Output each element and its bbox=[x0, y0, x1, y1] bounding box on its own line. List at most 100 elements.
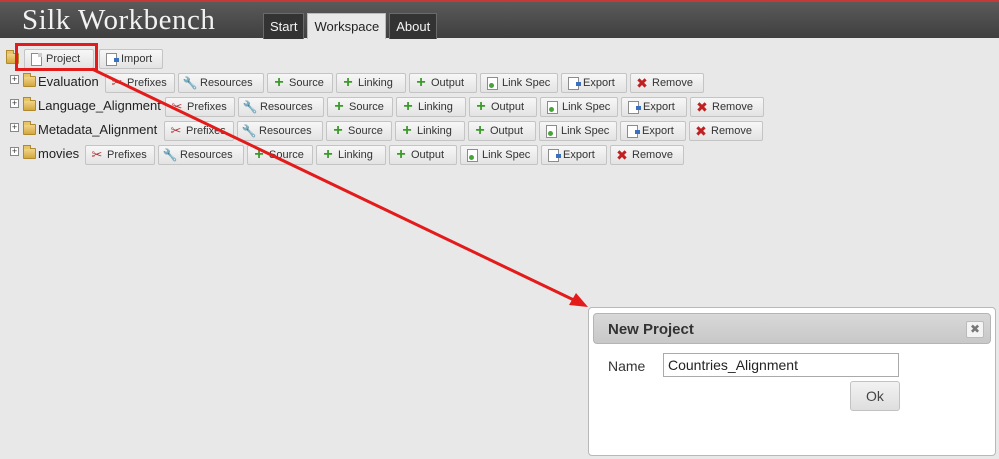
expand-icon[interactable]: + bbox=[10, 147, 19, 156]
import-button[interactable]: Import bbox=[99, 49, 163, 69]
output-button[interactable]: + Output bbox=[469, 97, 537, 117]
export-icon bbox=[566, 76, 581, 90]
output-label: Output bbox=[490, 125, 524, 137]
output-label: Output bbox=[431, 77, 465, 89]
export-label: Export bbox=[583, 77, 615, 89]
resources-label: Resources bbox=[260, 101, 313, 113]
linking-label: Linking bbox=[417, 125, 452, 137]
source-label: Source bbox=[349, 101, 384, 113]
link-spec-icon bbox=[465, 148, 479, 162]
prefixes-icon: ✂ bbox=[111, 75, 123, 90]
export-button[interactable]: Export bbox=[541, 145, 607, 165]
prefixes-button[interactable]: ✂ Prefixes bbox=[164, 121, 234, 141]
remove-label: Remove bbox=[712, 101, 753, 113]
main-tabs: Start Workspace About bbox=[263, 13, 438, 39]
remove-icon: ✖ bbox=[695, 123, 707, 139]
resources-button[interactable]: 🔧 Resources bbox=[238, 97, 324, 117]
plus-icon: + bbox=[333, 122, 343, 139]
remove-button[interactable]: ✖ Remove bbox=[630, 73, 704, 93]
prefixes-icon: ✂ bbox=[91, 147, 103, 162]
expand-icon[interactable]: + bbox=[10, 99, 19, 108]
plus-icon: + bbox=[274, 74, 284, 91]
ok-button[interactable]: Ok bbox=[850, 381, 900, 411]
link-spec-label: Link Spec bbox=[502, 77, 551, 89]
source-button[interactable]: + Source bbox=[247, 145, 313, 165]
annotation-highlight-box bbox=[15, 43, 98, 71]
prefixes-button[interactable]: ✂ Prefixes bbox=[85, 145, 155, 165]
resources-button[interactable]: 🔧 Resources bbox=[237, 121, 323, 141]
export-label: Export bbox=[643, 101, 675, 113]
remove-icon: ✖ bbox=[636, 75, 648, 91]
remove-button[interactable]: ✖ Remove bbox=[610, 145, 684, 165]
linking-button[interactable]: + Linking bbox=[316, 145, 386, 165]
project-name[interactable]: movies bbox=[38, 146, 79, 161]
plus-icon: + bbox=[403, 98, 413, 115]
tab-about[interactable]: About bbox=[389, 13, 438, 39]
plus-icon: + bbox=[402, 122, 412, 139]
output-label: Output bbox=[411, 149, 445, 161]
source-button[interactable]: + Source bbox=[326, 121, 392, 141]
output-button[interactable]: + Output bbox=[409, 73, 477, 93]
remove-button[interactable]: ✖ Remove bbox=[690, 97, 764, 117]
dialog-title: New Project bbox=[608, 321, 694, 338]
wrench-icon: 🔧 bbox=[162, 148, 178, 162]
project-name-input[interactable] bbox=[663, 353, 899, 377]
expand-icon[interactable]: + bbox=[10, 75, 19, 84]
remove-label: Remove bbox=[711, 125, 752, 137]
source-button[interactable]: + Source bbox=[327, 97, 393, 117]
project-name[interactable]: Evaluation bbox=[38, 74, 99, 89]
link-spec-button[interactable]: Link Spec bbox=[540, 97, 618, 117]
linking-button[interactable]: + Linking bbox=[395, 121, 465, 141]
export-button[interactable]: Export bbox=[621, 97, 687, 117]
wrench-icon: 🔧 bbox=[182, 76, 198, 90]
plus-icon: + bbox=[334, 98, 344, 115]
name-label: Name bbox=[608, 358, 646, 374]
folder-icon bbox=[23, 121, 36, 135]
export-button[interactable]: Export bbox=[561, 73, 627, 93]
app-header: Silk Workbench Start Workspace About bbox=[0, 0, 999, 39]
project-name[interactable]: Metadata_Alignment bbox=[38, 122, 157, 137]
linking-button[interactable]: + Linking bbox=[396, 97, 466, 117]
link-spec-label: Link Spec bbox=[562, 101, 611, 113]
prefixes-icon: ✂ bbox=[171, 99, 183, 114]
export-button[interactable]: Export bbox=[620, 121, 686, 141]
prefixes-label: Prefixes bbox=[127, 77, 167, 89]
link-spec-icon bbox=[544, 124, 558, 138]
tab-start[interactable]: Start bbox=[263, 13, 305, 39]
prefixes-icon: ✂ bbox=[170, 123, 182, 138]
output-button[interactable]: + Output bbox=[389, 145, 457, 165]
resources-label: Resources bbox=[259, 125, 312, 137]
linking-label: Linking bbox=[358, 77, 393, 89]
linking-label: Linking bbox=[418, 101, 453, 113]
folder-icon bbox=[23, 145, 36, 159]
plus-icon: + bbox=[323, 146, 333, 163]
output-button[interactable]: + Output bbox=[468, 121, 536, 141]
resources-button[interactable]: 🔧 Resources bbox=[178, 73, 264, 93]
plus-icon: + bbox=[476, 98, 486, 115]
remove-button[interactable]: ✖ Remove bbox=[689, 121, 763, 141]
new-project-dialog: New Project ✖ Name Ok bbox=[588, 307, 996, 456]
expand-icon[interactable]: + bbox=[10, 123, 19, 132]
app-title: Silk Workbench bbox=[22, 4, 216, 36]
export-icon bbox=[546, 148, 561, 162]
prefixes-button[interactable]: ✂ Prefixes bbox=[105, 73, 175, 93]
wrench-icon: 🔧 bbox=[241, 124, 257, 138]
source-label: Source bbox=[348, 125, 383, 137]
source-button[interactable]: + Source bbox=[267, 73, 333, 93]
plus-icon: + bbox=[343, 74, 353, 91]
link-spec-button[interactable]: Link Spec bbox=[460, 145, 538, 165]
prefixes-label: Prefixes bbox=[187, 101, 227, 113]
prefixes-button[interactable]: ✂ Prefixes bbox=[165, 97, 235, 117]
project-name[interactable]: Language_Alignment bbox=[38, 98, 161, 113]
plus-icon: + bbox=[254, 146, 264, 163]
link-spec-button[interactable]: Link Spec bbox=[539, 121, 617, 141]
link-spec-button[interactable]: Link Spec bbox=[480, 73, 558, 93]
folder-icon bbox=[23, 97, 36, 111]
close-icon[interactable]: ✖ bbox=[966, 321, 984, 338]
wrench-icon: 🔧 bbox=[242, 100, 258, 114]
tab-workspace[interactable]: Workspace bbox=[307, 13, 387, 39]
prefixes-label: Prefixes bbox=[186, 125, 226, 137]
export-label: Export bbox=[563, 149, 595, 161]
linking-button[interactable]: + Linking bbox=[336, 73, 406, 93]
resources-button[interactable]: 🔧 Resources bbox=[158, 145, 244, 165]
